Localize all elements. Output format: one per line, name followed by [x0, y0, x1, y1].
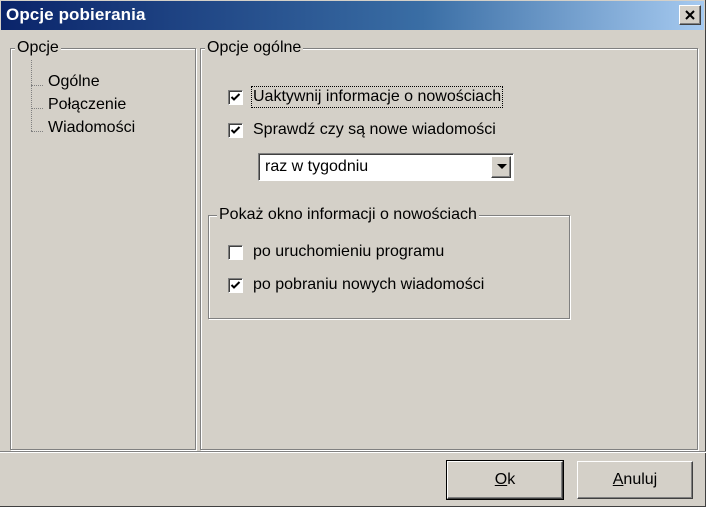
check-messages-row[interactable]: Sprawdź czy są nowe wiadomości	[228, 121, 496, 139]
after-download-checkbox[interactable]	[228, 277, 243, 293]
frequency-select[interactable]: raz w tygodniu	[258, 153, 514, 181]
options-dialog: Opcje pobierania Opcje Ogólne Połączenie…	[0, 0, 706, 507]
ok-button[interactable]: Ok	[446, 460, 564, 500]
after-download-label: po pobraniu nowych wiadomości	[253, 276, 485, 293]
window-title: Opcje pobierania	[6, 5, 146, 24]
cancel-accel: A	[612, 471, 624, 488]
check-messages-checkbox[interactable]	[228, 122, 243, 138]
options-tree-label: Opcje	[15, 39, 61, 57]
on-startup-row[interactable]: po uruchomieniu programu	[228, 243, 444, 261]
checkmark-icon	[230, 125, 241, 134]
ok-label: k	[507, 471, 516, 488]
general-options-label: Opcje ogólne	[205, 39, 304, 57]
after-download-row[interactable]: po pobraniu nowych wiadomości	[228, 276, 484, 294]
tree-connector	[31, 108, 43, 109]
checkmark-icon	[230, 280, 241, 289]
on-startup-label: po uruchomieniu programu	[253, 243, 445, 260]
on-startup-checkbox[interactable]	[228, 244, 243, 260]
ok-accel: O	[494, 471, 508, 488]
close-icon	[685, 10, 695, 20]
news-window-group: Pokaż okno informacji o nowościach	[208, 206, 570, 319]
tree-item-messages[interactable]: Wiadomości	[48, 119, 135, 137]
cancel-button[interactable]: Anuluj	[577, 461, 693, 499]
news-window-label: Pokaż okno informacji o nowościach	[217, 206, 479, 224]
close-button[interactable]	[679, 5, 701, 25]
frequency-dropdown-button[interactable]	[491, 156, 511, 178]
cancel-label: nuluj	[623, 471, 658, 488]
frequency-value: raz w tygodniu	[265, 158, 369, 175]
tree-connector	[31, 131, 43, 132]
enable-news-row[interactable]: Uaktywnij informacje o nowościach	[228, 86, 504, 108]
title-bar[interactable]: Opcje pobierania	[1, 1, 704, 30]
enable-news-label: Uaktywnij informacje o nowościach	[250, 86, 504, 108]
tree-connector	[31, 60, 32, 131]
enable-news-checkbox[interactable]	[228, 89, 243, 105]
chevron-down-icon	[497, 164, 507, 169]
footer-divider	[0, 451, 706, 453]
tree-item-general[interactable]: Ogólne	[48, 73, 100, 91]
check-messages-label: Sprawdź czy są nowe wiadomości	[253, 121, 496, 138]
tree-connector	[31, 85, 43, 86]
checkmark-icon	[230, 92, 241, 101]
tree-item-connection[interactable]: Połączenie	[48, 96, 126, 114]
